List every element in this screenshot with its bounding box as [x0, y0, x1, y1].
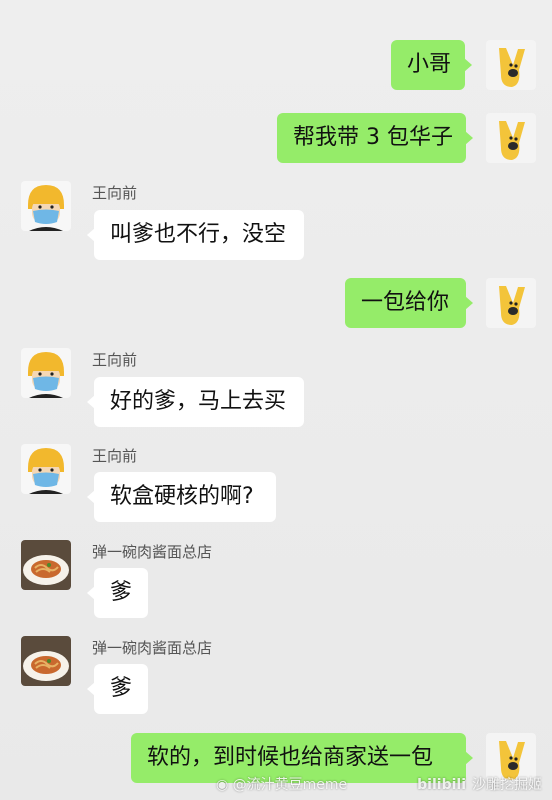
courier-avatar[interactable]: [21, 444, 71, 494]
sender-name: 王向前: [92, 184, 138, 202]
message-bubble[interactable]: 软盒硬核的啊?: [87, 472, 276, 522]
noodle-plate-icon: [21, 540, 71, 590]
sender-name: 王向前: [92, 351, 138, 369]
sender-name: 弹一碗肉酱面总店: [92, 639, 213, 657]
bilibili-logo-text: bilibili: [417, 777, 466, 793]
courier-helmet-icon: [21, 444, 71, 494]
courier-helmet-icon: [21, 181, 71, 231]
message-bubble[interactable]: 一包给你: [345, 278, 473, 328]
user-avatar[interactable]: [486, 40, 536, 90]
courier-avatar[interactable]: [21, 181, 71, 231]
chat-window: 小哥 帮我带 3 包华子 王向前 叫爹也不行，没空 一包给你 王向前 好的爹，马…: [0, 0, 552, 800]
weibo-watermark: ◉ @流汁黄豆meme: [216, 774, 347, 794]
message-bubble[interactable]: 好的爹，马上去买: [87, 377, 304, 427]
yellow-mascot-icon: [486, 278, 536, 328]
courier-avatar[interactable]: [21, 348, 71, 398]
user-avatar[interactable]: [486, 113, 536, 163]
message-bubble[interactable]: 帮我带 3 包华子: [277, 113, 473, 163]
sender-name: 弹一碗肉酱面总店: [92, 543, 213, 561]
sender-name: 王向前: [92, 447, 138, 465]
message-bubble[interactable]: 小哥: [391, 40, 472, 90]
noodle-plate-icon: [21, 636, 71, 686]
message-bubble[interactable]: 爹: [87, 664, 148, 714]
yellow-mascot-icon: [486, 113, 536, 163]
restaurant-avatar[interactable]: [21, 636, 71, 686]
bilibili-watermark: bilibili 沙雕挖掘姬: [417, 774, 542, 794]
weibo-handle: @流汁黄豆meme: [232, 777, 348, 793]
restaurant-avatar[interactable]: [21, 540, 71, 590]
courier-helmet-icon: [21, 348, 71, 398]
weibo-icon: ◉: [216, 777, 229, 793]
message-bubble[interactable]: 叫爹也不行，没空: [87, 210, 304, 260]
message-bubble[interactable]: 爹: [87, 568, 148, 618]
yellow-mascot-icon: [486, 40, 536, 90]
user-avatar[interactable]: [486, 278, 536, 328]
bilibili-user: 沙雕挖掘姬: [472, 777, 542, 793]
